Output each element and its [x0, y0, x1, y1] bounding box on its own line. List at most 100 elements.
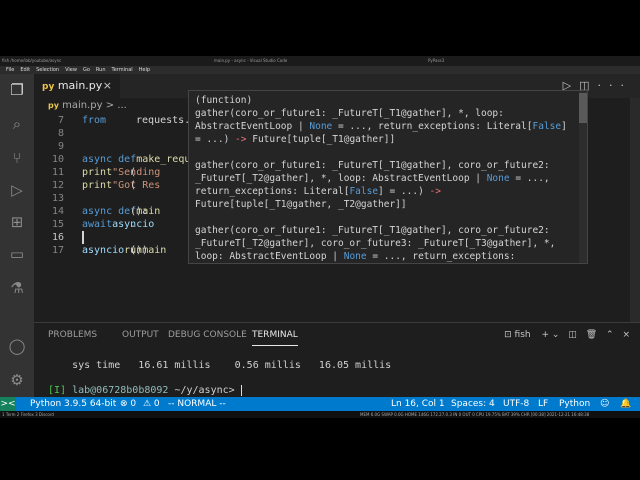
search-icon[interactable]: ⌕: [7, 114, 27, 134]
line-text: print("Sending: [82, 167, 161, 178]
line-number: 7: [57, 115, 64, 126]
terminal-prompt[interactable]: [I] lab@06728b0b8092 ~/y/async>: [48, 384, 242, 397]
close-tab-icon[interactable]: ×: [103, 74, 112, 98]
warnings-count[interactable]: ⚠ 0: [143, 397, 160, 411]
language-mode[interactable]: Python: [559, 397, 590, 411]
close-panel-icon[interactable]: ×: [622, 330, 630, 340]
settings-gear-icon[interactable]: ⚙: [7, 370, 27, 390]
menu-edit[interactable]: Edit: [20, 67, 30, 73]
hover-line: gather(coro_or_future1: _FutureT[_T1@gat…: [195, 108, 504, 119]
line-text: await asyncio.: [82, 219, 155, 230]
hover-tooltip: (function) gather(coro_or_future1: _Futur…: [188, 90, 588, 264]
tab-output[interactable]: OUTPUT: [122, 323, 159, 347]
line-number: 8: [57, 128, 64, 139]
feedback-icon[interactable]: ☺: [600, 397, 609, 411]
hover-line: _FutureT[_T2@gather], coro_or_future3: _…: [195, 238, 556, 249]
system-title-center: main.py - async - Visual Studio Code: [214, 58, 288, 63]
menu-run[interactable]: Run: [96, 67, 106, 73]
tab-terminal[interactable]: TERMINAL: [252, 323, 298, 346]
status-bar: >< Python 3.9.5 64-bit ⊗ 0 ⚠ 0 -- NORMAL…: [0, 397, 640, 411]
split-terminal-icon[interactable]: ◫: [568, 330, 577, 340]
new-terminal-icon[interactable]: +: [541, 330, 549, 340]
notifications-icon[interactable]: 🔔: [620, 397, 631, 411]
breadcrumb-sep: > ...: [105, 100, 127, 111]
vim-mode: -- NORMAL --: [168, 399, 226, 409]
hover-line: return_exceptions: Literal[False] = ...)…: [195, 186, 441, 197]
text-cursor: [82, 231, 84, 244]
editor-scrollbar[interactable]: [630, 98, 640, 322]
source-control-icon[interactable]: ⑂: [7, 148, 27, 168]
hover-scroll-thumb[interactable]: [579, 93, 587, 123]
kill-terminal-icon[interactable]: 🗑: [586, 330, 597, 340]
extensions-icon[interactable]: ⊞: [7, 212, 27, 232]
line-number: 15: [51, 219, 64, 230]
menu-help[interactable]: Help: [139, 67, 150, 73]
system-tray: 1 Term 2 Firefox 3 Discord MEM 6.0G SWAP…: [0, 411, 640, 418]
line-number: 11: [51, 167, 64, 178]
hover-scrollbar[interactable]: [579, 91, 587, 263]
run-debug-icon[interactable]: ▷: [7, 180, 27, 200]
line-text: from requests.api: [82, 115, 215, 126]
hover-line: [195, 211, 575, 224]
testing-icon[interactable]: ⚗: [7, 278, 27, 298]
encoding[interactable]: UTF-8: [503, 397, 529, 411]
line-number: 14: [51, 206, 64, 217]
line-text: asyncio. run(main()): [82, 245, 167, 256]
line-number: 16: [51, 232, 64, 243]
hover-line: Future[tuple[_T1@gather, _T2@gather]]: [195, 199, 407, 210]
tab-label: main.py: [57, 79, 103, 92]
breadcrumb-file[interactable]: main.py: [62, 100, 102, 111]
system-title-bar: fish /home/lab/youtube/async main.py - a…: [0, 56, 640, 66]
menu-go[interactable]: Go: [83, 67, 90, 73]
panel-actions: ⊡ fish + ⌄ ◫ 🗑 ⌃ ×: [504, 323, 630, 347]
errors-count[interactable]: ⊗ 0: [120, 397, 136, 411]
indentation[interactable]: Spaces: 4: [451, 397, 495, 411]
line-text: async def main ():: [82, 206, 161, 217]
bottom-panel: PROBLEMS OUTPUT DEBUG CONSOLE TERMINAL ⊡…: [34, 322, 640, 398]
menu-view[interactable]: View: [65, 67, 77, 73]
tab-debug-console[interactable]: DEBUG CONSOLE: [168, 323, 247, 347]
hover-signature-text: (function) gather(coro_or_future1: _Futur…: [195, 94, 575, 263]
system-title-left: fish /home/lab/youtube/async: [2, 58, 62, 63]
maximize-panel-icon[interactable]: ⌃: [606, 330, 614, 340]
hover-line: [195, 146, 575, 159]
account-icon[interactable]: ◯: [7, 336, 27, 356]
tray-workspaces[interactable]: 1 Term 2 Firefox 3 Discord: [2, 411, 54, 418]
more-actions-icon[interactable]: ···: [598, 79, 633, 92]
line-text: async def make_requ: [82, 154, 191, 165]
python-interpreter[interactable]: Python 3.9.5 64-bit: [30, 397, 116, 411]
breadcrumb: py main.py > ...: [48, 99, 127, 113]
hover-line: (function): [195, 95, 253, 106]
menu-file[interactable]: File: [6, 67, 14, 73]
prompt-mode: [I]: [48, 385, 67, 396]
terminal-sys-time: sys time 16.61 millis 0.56 millis 16.05 …: [48, 360, 392, 371]
breadcrumb-python-icon: py: [48, 101, 59, 110]
tab-problems[interactable]: PROBLEMS: [48, 323, 97, 347]
terminal-cursor: [240, 384, 242, 396]
system-title-right: PyPass3: [428, 58, 445, 63]
hover-line: loop: AbstractEventLoop | None = ..., re…: [195, 251, 516, 262]
tray-stats: MEM 6.0G SWAP 0.0G HOME 146G 172.27.0.3 …: [360, 412, 590, 417]
tab-main-py[interactable]: py main.py ×: [34, 74, 120, 98]
prompt-path: ~/y/async>: [168, 385, 241, 396]
line-number: 13: [51, 193, 64, 204]
menu-selection[interactable]: Selection: [36, 67, 59, 73]
line-text: print("Got Res: [82, 180, 161, 191]
line-number: 9: [57, 141, 64, 152]
activity-bar: ❐ ⌕ ⑂ ▷ ⊞ ▭ ⚗ ◯ ⚙: [0, 74, 34, 397]
line-number: 10: [51, 154, 64, 165]
terminal-shell-name[interactable]: fish: [515, 330, 531, 340]
remote-explorer-icon[interactable]: ▭: [7, 244, 27, 264]
cursor-position[interactable]: Ln 16, Col 1: [391, 397, 445, 411]
terminal-dropdown-icon[interactable]: ⌄: [552, 330, 560, 340]
explorer-icon[interactable]: ❐: [7, 80, 27, 100]
python-file-icon: py: [42, 82, 55, 92]
prompt-user: lab@06728b0b8092: [72, 385, 169, 396]
hover-line: AbstractEventLoop | None = ..., return_e…: [195, 121, 567, 132]
line-number: 12: [51, 180, 64, 191]
end-of-line[interactable]: LF: [538, 397, 548, 411]
hover-line: gather(coro_or_future1: _FutureT[_T1@gat…: [195, 225, 550, 236]
hover-line: = ...) -> Future[tuple[_T1@gather]]: [195, 134, 396, 145]
remote-indicator-icon[interactable]: ><: [0, 397, 16, 411]
menu-terminal[interactable]: Terminal: [112, 67, 133, 73]
